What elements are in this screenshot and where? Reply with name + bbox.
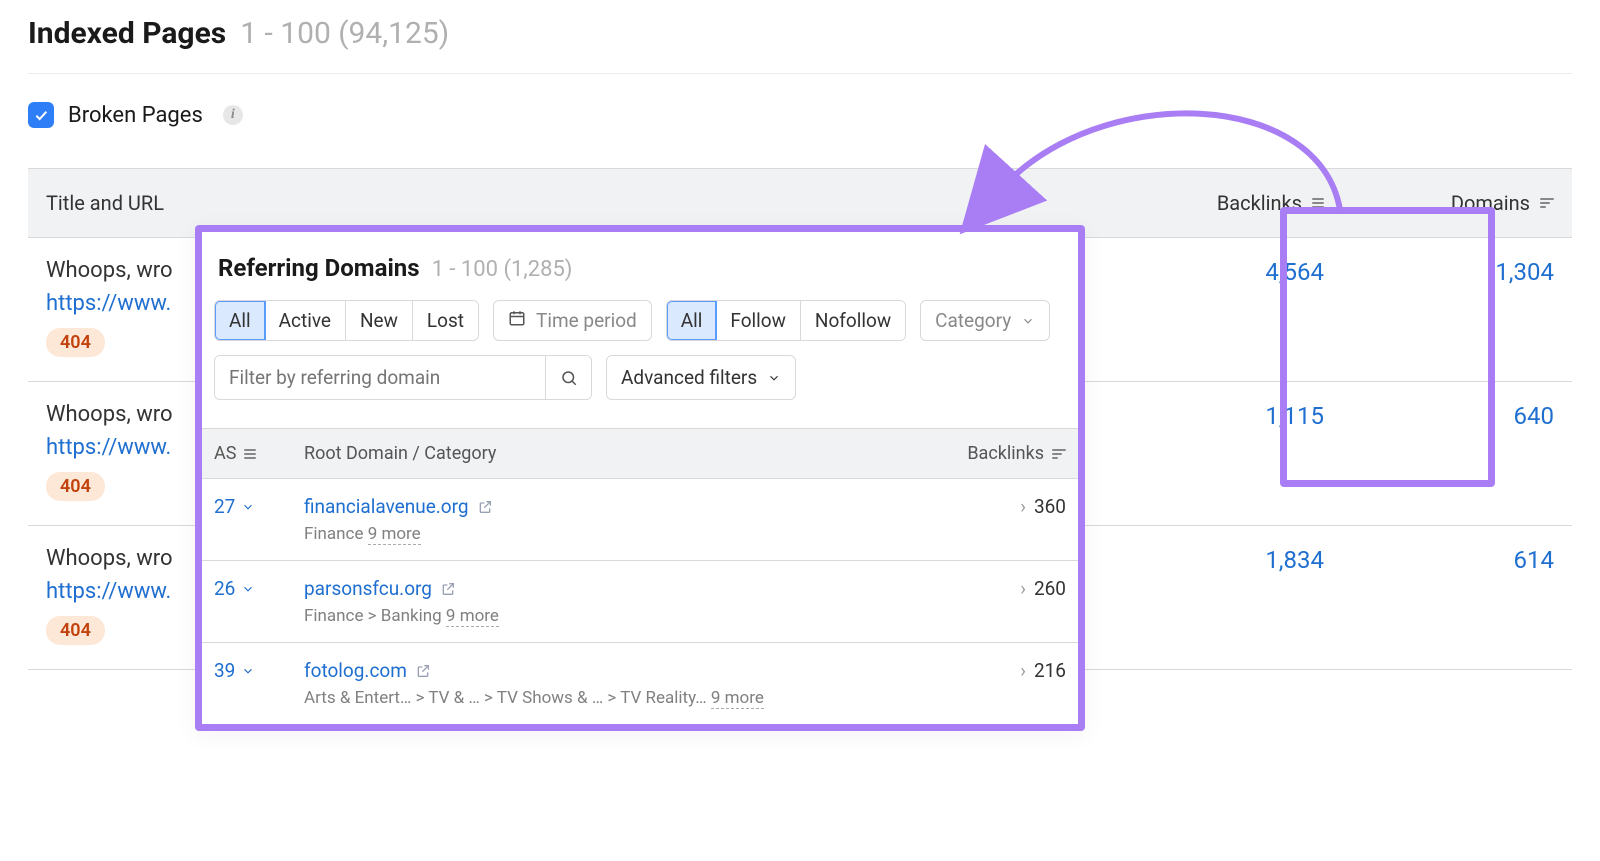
chevron-down-icon bbox=[767, 371, 781, 385]
domain-category: Arts & Entert… > TV & … > TV Shows & … >… bbox=[304, 688, 866, 708]
broken-pages-label: Broken Pages bbox=[68, 103, 203, 128]
seg-active[interactable]: Active bbox=[265, 301, 346, 340]
as-value[interactable]: 39 bbox=[214, 659, 255, 682]
row-domains[interactable]: 1,304 bbox=[1342, 238, 1572, 382]
search-button[interactable] bbox=[545, 356, 591, 399]
chevron-down-icon bbox=[241, 500, 255, 514]
row-domains[interactable]: 640 bbox=[1342, 382, 1572, 526]
follow-segment: All Follow Nofollow bbox=[666, 300, 906, 341]
row-domains[interactable]: 614 bbox=[1342, 526, 1572, 670]
domain-category: Finance 9 more bbox=[304, 524, 866, 544]
time-period-button[interactable]: Time period bbox=[493, 300, 652, 341]
advanced-filters-button[interactable]: Advanced filters bbox=[606, 355, 796, 400]
status-badge: 404 bbox=[46, 472, 105, 501]
row-backlinks[interactable]: ›260 bbox=[878, 561, 1078, 643]
info-icon[interactable]: i bbox=[223, 105, 243, 125]
col-domains[interactable]: Domains bbox=[1342, 169, 1572, 238]
col-as[interactable]: AS bbox=[202, 429, 292, 479]
sort-icon bbox=[1052, 449, 1066, 459]
page-range: 1 - 100 (94,125) bbox=[240, 16, 449, 51]
broken-pages-checkbox[interactable] bbox=[28, 102, 54, 128]
popup-range: 1 - 100 (1,285) bbox=[432, 257, 573, 282]
as-value[interactable]: 26 bbox=[214, 577, 255, 600]
filter-row: Broken Pages i bbox=[28, 102, 1572, 168]
seg-all[interactable]: All bbox=[214, 300, 266, 341]
chevron-right-icon: › bbox=[1020, 495, 1026, 518]
seg-follow-all[interactable]: All bbox=[666, 300, 718, 341]
category-more[interactable]: 9 more bbox=[711, 688, 764, 709]
calendar-icon bbox=[508, 309, 526, 332]
row-backlinks[interactable]: 1,115 bbox=[1112, 382, 1342, 526]
popup-title: Referring Domains bbox=[218, 254, 420, 282]
sort-icon bbox=[244, 449, 256, 459]
status-segment: All Active New Lost bbox=[214, 300, 479, 341]
as-value[interactable]: 27 bbox=[214, 495, 255, 518]
table-row: 27 financialavenue.org Finance 9 more ›3… bbox=[202, 479, 1078, 561]
seg-nofollow[interactable]: Nofollow bbox=[801, 301, 905, 340]
category-dropdown[interactable]: Category bbox=[920, 300, 1050, 341]
domain-link[interactable]: financialavenue.org bbox=[304, 495, 493, 518]
col-inner-backlinks[interactable]: Backlinks bbox=[878, 429, 1078, 479]
row-backlinks[interactable]: ›360 bbox=[878, 479, 1078, 561]
external-link-icon bbox=[440, 581, 456, 597]
status-badge: 404 bbox=[46, 328, 105, 357]
search-icon bbox=[560, 369, 578, 387]
col-root-domain[interactable]: Root Domain / Category bbox=[292, 429, 878, 479]
external-link-icon bbox=[415, 663, 431, 679]
referring-domains-table: AS Root Domain / Category Backlinks 27 bbox=[202, 428, 1078, 724]
external-link-icon bbox=[477, 499, 493, 515]
chevron-down-icon bbox=[1021, 314, 1035, 328]
category-more[interactable]: 9 more bbox=[368, 524, 421, 545]
table-row: 26 parsonsfcu.org Finance > Banking 9 mo… bbox=[202, 561, 1078, 643]
domain-link[interactable]: fotolog.com bbox=[304, 659, 431, 682]
row-backlinks[interactable]: 4,564 bbox=[1112, 238, 1342, 382]
chevron-down-icon bbox=[241, 664, 255, 678]
table-row: 39 fotolog.com Arts & Entert… > TV & … >… bbox=[202, 643, 1078, 725]
seg-lost[interactable]: Lost bbox=[413, 301, 478, 340]
row-backlinks[interactable]: 1,834 bbox=[1112, 526, 1342, 670]
category-more[interactable]: 9 more bbox=[446, 606, 499, 627]
domain-category: Finance > Banking 9 more bbox=[304, 606, 866, 626]
sort-icon bbox=[1312, 198, 1324, 208]
sort-icon bbox=[1540, 198, 1554, 208]
page-header: Indexed Pages 1 - 100 (94,125) bbox=[28, 16, 1572, 74]
domain-link[interactable]: parsonsfcu.org bbox=[304, 577, 456, 600]
col-backlinks[interactable]: Backlinks bbox=[1112, 169, 1342, 238]
seg-follow[interactable]: Follow bbox=[716, 301, 801, 340]
search-input[interactable] bbox=[215, 356, 545, 399]
search-wrap bbox=[214, 355, 592, 400]
chevron-right-icon: › bbox=[1020, 577, 1026, 600]
chevron-right-icon: › bbox=[1020, 659, 1026, 682]
page-title: Indexed Pages bbox=[28, 16, 226, 51]
row-backlinks[interactable]: ›216 bbox=[878, 643, 1078, 725]
status-badge: 404 bbox=[46, 616, 105, 645]
referring-domains-popup: Referring Domains 1 - 100 (1,285) All Ac… bbox=[195, 225, 1085, 731]
chevron-down-icon bbox=[241, 582, 255, 596]
seg-new[interactable]: New bbox=[346, 301, 413, 340]
